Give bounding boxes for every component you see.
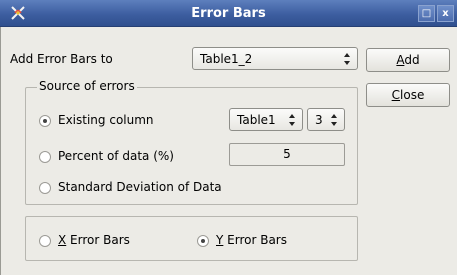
table-select[interactable]: Table1_2 <box>192 47 358 70</box>
updown-arrows-icon <box>331 114 337 126</box>
add-button[interactable]: Add <box>366 48 450 72</box>
updown-arrows-icon <box>289 114 295 126</box>
source-column-value: 3 <box>315 113 323 127</box>
source-column-select[interactable]: 3 <box>307 108 345 131</box>
existing-column-label: Existing column <box>58 113 154 127</box>
source-group-title: Source of errors <box>37 79 137 93</box>
title-bar: Error Bars □ x <box>0 0 457 27</box>
x-mnemonic: X <box>58 233 67 247</box>
table-select-value: Table1_2 <box>200 52 253 66</box>
percent-input[interactable]: 5 <box>229 143 345 166</box>
percent-label: Percent of data (%) <box>58 149 174 163</box>
maximize-button[interactable]: □ <box>418 5 435 22</box>
close-mnemonic: C <box>391 88 401 102</box>
window-title: Error Bars <box>191 6 266 21</box>
x-label-rest: Error Bars <box>66 233 130 247</box>
std-dev-radio[interactable] <box>39 182 51 194</box>
y-error-bars-label: Y Error Bars <box>216 233 287 247</box>
y-error-bars-radio[interactable] <box>197 235 209 247</box>
existing-column-radio[interactable] <box>39 115 51 127</box>
x-error-bars-label: X Error Bars <box>58 233 130 247</box>
source-table-select[interactable]: Table1 <box>229 108 303 131</box>
add-to-label: Add Error Bars to <box>10 52 113 66</box>
percent-radio[interactable] <box>39 151 51 163</box>
y-label-rest: Error Bars <box>223 233 287 247</box>
close-button[interactable]: Close <box>366 83 450 107</box>
add-label-rest: dd <box>404 53 420 67</box>
close-label-rest: lose <box>400 88 425 102</box>
x-error-bars-radio[interactable] <box>39 235 51 247</box>
close-window-button[interactable]: x <box>437 5 454 22</box>
updown-arrows-icon <box>344 53 350 65</box>
std-dev-label: Standard Deviation of Data <box>58 180 222 194</box>
source-table-value: Table1 <box>237 113 276 127</box>
